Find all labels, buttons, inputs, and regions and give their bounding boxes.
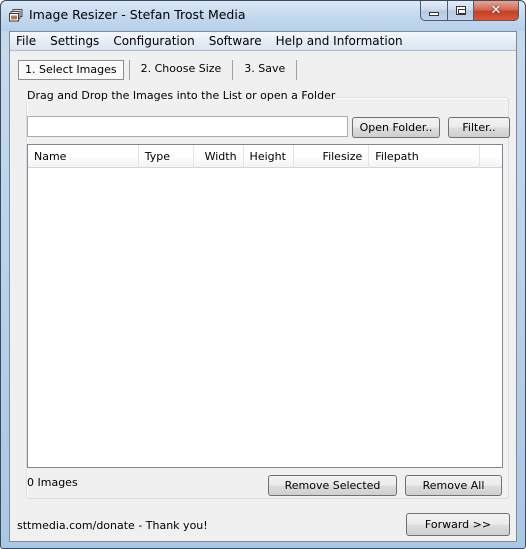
remove-selected-button[interactable]: Remove Selected [268,475,397,496]
folder-path-input[interactable] [27,116,348,137]
column-width[interactable]: Width [194,145,244,168]
close-button[interactable]: ✕ [473,1,519,21]
column-height[interactable]: Height [244,145,295,168]
client-area: File Settings Configuration Software Hel… [9,31,517,542]
column-name[interactable]: Name [28,145,139,168]
app-icon [9,9,23,22]
tab-separator [296,60,298,80]
tab-choose-size[interactable]: 2. Choose Size [135,60,228,80]
open-folder-button[interactable]: Open Folder.. [352,117,440,138]
close-icon: ✕ [490,3,502,18]
column-type[interactable]: Type [139,145,194,168]
step-tabs: 1. Select Images 2. Choose Size 3. Save [18,59,302,81]
maximize-icon [455,6,466,15]
menu-software[interactable]: Software [202,32,269,51]
tab-separator [232,60,234,80]
tab-separator [128,60,130,80]
caption-buttons: ✕ [420,1,519,21]
list-header: Name Type Width Height Filesize Filepath [28,145,502,168]
title-bar[interactable]: Image Resizer - Stefan Trost Media ✕ [1,1,525,31]
image-count: 0 Images [27,476,78,489]
column-filler [480,145,502,168]
minimize-icon [429,11,439,16]
group-label: Drag and Drop the Images into the List o… [25,89,338,102]
minimize-button[interactable] [420,1,447,21]
forward-button[interactable]: Forward >> [406,513,510,536]
tab-select-images[interactable]: 1. Select Images [18,60,124,80]
app-window: Image Resizer - Stefan Trost Media ✕ Fil… [0,0,526,549]
menu-file[interactable]: File [10,32,43,51]
maximize-button[interactable] [447,1,473,21]
filter-button[interactable]: Filter.. [448,117,510,138]
window-title: Image Resizer - Stefan Trost Media [29,7,246,22]
image-list[interactable]: Name Type Width Height Filesize Filepath [27,144,503,468]
remove-all-button[interactable]: Remove All [405,475,502,496]
column-filesize[interactable]: Filesize [294,145,370,168]
menu-settings[interactable]: Settings [43,32,106,51]
menu-configuration[interactable]: Configuration [106,32,201,51]
menu-bar: File Settings Configuration Software Hel… [10,32,516,51]
column-filepath[interactable]: Filepath [369,145,481,168]
donate-text: sttmedia.com/donate - Thank you! [17,519,208,532]
tab-save[interactable]: 3. Save [238,60,291,80]
menu-help[interactable]: Help and Information [269,32,410,51]
